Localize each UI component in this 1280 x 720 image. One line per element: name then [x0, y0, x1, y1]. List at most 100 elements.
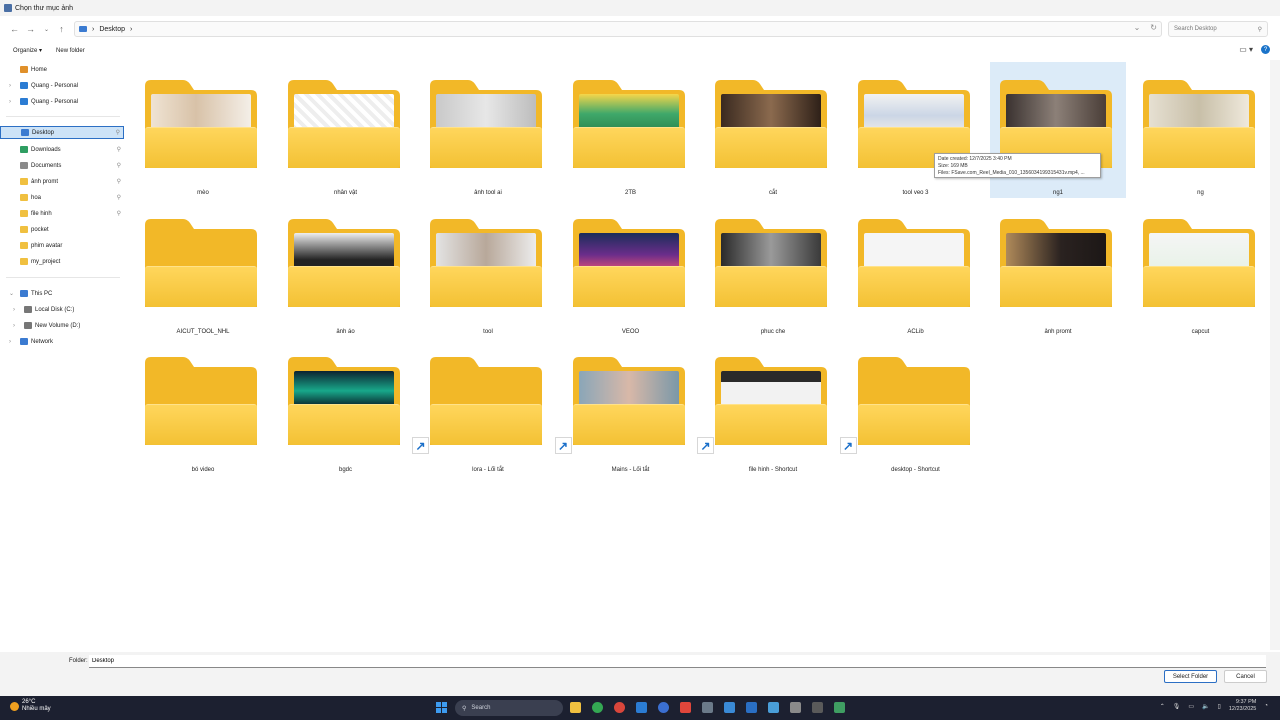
browser-app-icon[interactable] [658, 702, 669, 713]
back-arrow-icon[interactable]: ← [7, 22, 22, 37]
refresh-icon[interactable]: ↻ [1150, 23, 1157, 32]
folder-item[interactable]: bgdc [278, 339, 414, 475]
folder-item[interactable]: ↗ file hinh - Shortcut [697, 339, 841, 475]
chrome-icon[interactable] [592, 702, 603, 713]
tray-overflow-icon[interactable]: ⌃ [1160, 703, 1165, 710]
vertical-scrollbar[interactable] [1270, 60, 1280, 650]
active-app-icon[interactable] [834, 702, 845, 713]
folder-name: ảnh tool ai [474, 190, 502, 196]
view-options-icon[interactable]: ▭ ▾ [1239, 45, 1253, 54]
app-icon-6[interactable] [702, 702, 713, 713]
folder-icon [715, 357, 827, 445]
folder-item[interactable]: ↗ Mains - Lối tắt [554, 339, 699, 475]
sidebar-item[interactable]: phim avatar [0, 239, 124, 252]
folder-icon [20, 226, 28, 233]
window-title: Chọn thư mục ảnh [15, 4, 73, 12]
folder-front-shape [572, 404, 685, 445]
app-icon-9[interactable] [768, 702, 779, 713]
chrome-profile-icon[interactable] [614, 702, 625, 713]
up-arrow-icon[interactable]: ↑ [54, 22, 69, 37]
sidebar-item[interactable]: ảnh promt ⚲ [0, 175, 124, 188]
folder-item[interactable]: ↗ desktop - Shortcut [839, 339, 984, 475]
forward-arrow-icon[interactable]: → [23, 22, 38, 37]
expand-chevron-icon[interactable]: › [9, 83, 11, 89]
notification-icon[interactable]: ◔ [1264, 703, 1268, 709]
folder-item[interactable]: tool [420, 201, 556, 337]
search-input[interactable]: Search Desktop ⚲ [1168, 21, 1268, 37]
pin-icon[interactable]: ⚲ [117, 146, 121, 153]
folder-icon [145, 218, 257, 307]
address-bar[interactable]: › Desktop › ⌄ ↻ [74, 21, 1162, 37]
select-folder-button[interactable]: Select Folder [1164, 670, 1217, 683]
pin-icon[interactable]: ⚲ [117, 210, 121, 217]
sidebar-item[interactable]: Documents ⚲ [0, 159, 124, 172]
microphone-icon[interactable]: 🎙 [1173, 703, 1181, 710]
folder-front-shape [145, 404, 257, 445]
expand-chevron-icon[interactable]: ⌄ [9, 290, 14, 297]
expand-chevron-icon[interactable]: › [13, 323, 15, 329]
address-dropdown-icon[interactable]: ⌄ [1134, 23, 1141, 32]
sidebar-item[interactable]: › Quang - Personal [0, 95, 124, 108]
folder-name: lora - Lối tắt [472, 467, 504, 473]
folder-item[interactable]: ng [1133, 62, 1269, 198]
folder-item[interactable]: bó video [135, 339, 271, 475]
sidebar-item[interactable]: › New Volume (D:) [0, 319, 124, 332]
terminal-icon[interactable] [812, 702, 823, 713]
folder-item[interactable]: capcut [1133, 201, 1269, 337]
folder-item[interactable]: phuc che [705, 201, 841, 337]
file-explorer-icon[interactable] [570, 702, 581, 713]
brave-icon[interactable] [680, 702, 691, 713]
battery-icon[interactable]: ▯ [1218, 703, 1221, 710]
mail-app-icon[interactable] [636, 702, 647, 713]
tooltip-size: Size: 169 MB [938, 163, 968, 169]
folder-item[interactable]: nhân vật [278, 62, 414, 198]
sidebar-item[interactable]: hoa ⚲ [0, 191, 124, 204]
folder-item[interactable]: VEOO [563, 201, 699, 337]
pin-icon[interactable]: ⚲ [116, 129, 120, 136]
sidebar-item[interactable]: ⌄ This PC [0, 287, 124, 300]
app-icon-8[interactable] [746, 702, 757, 713]
windows-start-icon[interactable] [436, 702, 447, 713]
volume-icon[interactable]: 🔈 [1202, 703, 1209, 710]
expand-chevron-icon[interactable]: › [9, 99, 11, 105]
breadcrumb-desktop[interactable]: Desktop [99, 26, 125, 33]
sidebar-item-label: New Volume (D:) [35, 322, 81, 329]
sidebar-item[interactable]: Desktop ⚲ [0, 126, 124, 139]
sidebar-item[interactable]: Home [0, 63, 124, 76]
folder-item[interactable]: ACLib [848, 201, 984, 337]
expand-chevron-icon[interactable]: › [9, 339, 11, 345]
sidebar-item[interactable]: › Network [0, 335, 124, 348]
cancel-button[interactable]: Cancel [1224, 670, 1267, 683]
sidebar-item[interactable]: pocket [0, 223, 124, 236]
new-folder-button[interactable]: New folder [56, 48, 85, 54]
sidebar-item[interactable]: Downloads ⚲ [0, 143, 124, 156]
folder-item[interactable]: 2TB [563, 62, 699, 198]
pin-icon[interactable]: ⚲ [117, 178, 121, 185]
sidebar-item[interactable]: › Local Disk (C:) [0, 303, 124, 316]
folder-name-input[interactable] [89, 655, 1266, 668]
folder-item[interactable]: ảnh tool ai [420, 62, 556, 198]
folder-item[interactable]: ↗ lora - Lối tắt [412, 339, 556, 475]
expand-chevron-icon[interactable]: › [13, 307, 15, 313]
pin-icon[interactable]: ⚲ [117, 162, 121, 169]
app-icon-10[interactable] [790, 702, 801, 713]
help-icon[interactable]: ? [1261, 45, 1270, 54]
organize-button[interactable]: Organize ▾ [13, 47, 42, 54]
breadcrumb-chevron-icon: › [92, 25, 95, 33]
breadcrumb-chevron-icon[interactable]: › [130, 26, 132, 33]
clock[interactable]: 9:37 PM 12/23/2025 [1229, 699, 1257, 713]
folder-item[interactable]: ảnh áo [278, 201, 414, 337]
sidebar-item[interactable]: › Quang - Personal [0, 79, 124, 92]
sidebar-item[interactable]: file hinh ⚲ [0, 207, 124, 220]
folder-item[interactable]: ảnh promt [990, 201, 1126, 337]
pin-icon[interactable]: ⚲ [117, 194, 121, 201]
recent-dropdown-icon[interactable]: ⌄ [39, 22, 54, 37]
weather-widget[interactable]: 26°C Nhiều mây [10, 699, 51, 713]
folder-item[interactable]: cắt [705, 62, 841, 198]
network-status-icon[interactable]: ▭ [1188, 703, 1194, 710]
folder-item[interactable]: AICUT_TOOL_NHL [135, 201, 271, 337]
app-icon-7[interactable] [724, 702, 735, 713]
sidebar-item[interactable]: my_project [0, 255, 124, 268]
folder-item[interactable]: mèo [135, 62, 271, 198]
taskbar-search[interactable]: ⚲ Search [455, 700, 563, 716]
